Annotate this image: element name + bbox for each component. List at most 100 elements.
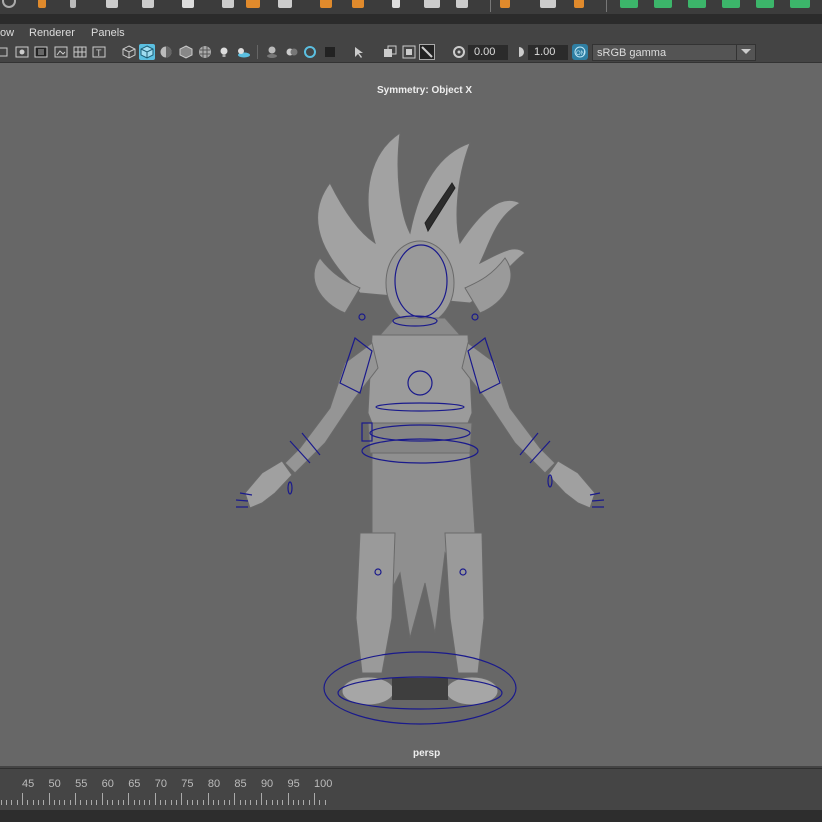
menu-show[interactable]: ow: [0, 27, 14, 39]
image-plane-icon[interactable]: [53, 44, 69, 60]
camera-select-icon[interactable]: [0, 44, 10, 60]
shelf-tool-icon[interactable]: [320, 0, 332, 8]
gamma-field[interactable]: 1.00: [528, 45, 568, 60]
anti-alias-icon[interactable]: [302, 44, 318, 60]
exposure-icon[interactable]: [451, 44, 467, 60]
timeline-tick: [32, 800, 34, 805]
shelf-tool-icon[interactable]: [654, 0, 672, 8]
timeline-tick-label: 95: [287, 778, 300, 790]
timeline-tick: [11, 800, 13, 805]
lights-icon[interactable]: [216, 44, 232, 60]
timeline-tick: [133, 800, 135, 805]
timeline-tick: [144, 800, 146, 805]
shelf-tool-icon[interactable]: [500, 0, 510, 8]
xray-joints-icon[interactable]: [401, 44, 417, 60]
chevron-down-icon[interactable]: [736, 44, 756, 61]
shelf-tool-icon[interactable]: [352, 0, 364, 8]
menu-renderer[interactable]: Renderer: [29, 27, 75, 39]
shadows-icon[interactable]: [235, 44, 251, 60]
shelf-tool-icon[interactable]: [70, 0, 76, 8]
shelf-tool-icon[interactable]: [142, 0, 154, 8]
gamma-icon[interactable]: [513, 44, 529, 60]
wireframe-icon[interactable]: [121, 44, 137, 60]
timeline-tick: [59, 800, 61, 805]
film-gate-icon[interactable]: T: [91, 44, 107, 60]
viewport-3d[interactable]: Symmetry: Object X persp: [0, 63, 822, 766]
shelf-tool-icon[interactable]: [106, 0, 118, 8]
shelf-tool-icon[interactable]: [620, 0, 638, 8]
timeline-tick: [96, 800, 98, 805]
time-slider[interactable]: 45 50 55 60 65 70 75 80 85 90 95 100: [0, 768, 822, 811]
timeline-tick: [314, 793, 316, 805]
shelf-tool-icon[interactable]: [182, 0, 194, 8]
screen-ao-icon[interactable]: [264, 44, 280, 60]
isolate-select-icon[interactable]: [351, 44, 367, 60]
motion-blur-icon[interactable]: [284, 44, 300, 60]
timeline-tick-label: 100: [314, 778, 333, 790]
range-slider[interactable]: [0, 810, 822, 822]
depth-of-field-icon[interactable]: [322, 44, 338, 60]
camera-attr-icon[interactable]: [14, 44, 30, 60]
xray-icon[interactable]: [382, 44, 398, 60]
timeline-tick: [91, 800, 93, 805]
shelf-tool-icon[interactable]: [688, 0, 706, 8]
smooth-shade-icon[interactable]: [139, 44, 155, 60]
timeline-tick: [271, 800, 273, 805]
timeline-tick: [191, 800, 193, 805]
color-management-icon[interactable]: ON: [572, 44, 588, 60]
shelf-tool-icon[interactable]: [38, 0, 46, 8]
timeline-tick: [175, 800, 177, 805]
timeline-tick: [255, 800, 257, 805]
shelf-separator: [606, 0, 607, 12]
menu-panels[interactable]: Panels: [91, 27, 125, 39]
timeline-tick: [308, 800, 310, 805]
timeline-tick-label: 55: [75, 778, 88, 790]
timeline-tick: [303, 800, 305, 805]
shelf-tool-icon[interactable]: [790, 0, 810, 8]
timeline-tick: [202, 800, 204, 805]
color-space-dropdown[interactable]: sRGB gamma: [592, 44, 756, 61]
xray-active-icon[interactable]: [419, 44, 435, 60]
shelf-tool-icon[interactable]: [540, 0, 556, 8]
bookmark-icon[interactable]: [33, 44, 49, 60]
timeline-tick: [138, 800, 140, 805]
shelf-tool-icon[interactable]: [246, 0, 260, 8]
timeline-tick: [170, 800, 172, 805]
timeline-tick: [0, 800, 2, 805]
timeline-tick: [239, 800, 241, 805]
shelf-tool-icon[interactable]: [722, 0, 740, 8]
shelf-tool-icon[interactable]: [424, 0, 440, 8]
timeline-tick-label: 85: [234, 778, 247, 790]
timeline-tick: [122, 800, 124, 805]
shelf-tool-icon[interactable]: [278, 0, 292, 8]
shaded-wireframe-icon[interactable]: [178, 44, 194, 60]
grid-icon[interactable]: [72, 44, 88, 60]
timeline-tick-label: 75: [181, 778, 194, 790]
exposure-field[interactable]: 0.00: [468, 45, 508, 60]
shelf-tool-icon[interactable]: [2, 0, 16, 8]
textured-icon[interactable]: [197, 44, 213, 60]
shelf-tool-icon[interactable]: [392, 0, 400, 8]
timeline-tick: [319, 800, 321, 805]
timeline-tick: [64, 800, 66, 805]
shelf-tool-icon[interactable]: [456, 0, 468, 8]
default-material-icon[interactable]: [158, 44, 174, 60]
shelf-tool-icon[interactable]: [574, 0, 584, 8]
timeline-tick-label: 70: [154, 778, 167, 790]
timeline-tick: [234, 793, 236, 805]
svg-text:ON: ON: [576, 51, 585, 57]
timeline-tick: [197, 800, 199, 805]
timeline-tick: [165, 800, 167, 805]
timeline-tick-label: 90: [260, 778, 274, 790]
timeline-tick: [149, 800, 151, 805]
timeline-tick: [213, 800, 215, 805]
timeline-tick: [186, 800, 188, 805]
timeline-tick: [112, 800, 114, 805]
shelf-tool-icon[interactable]: [756, 0, 774, 8]
svg-text:T: T: [96, 48, 102, 58]
timeline-tick-label: 60: [101, 778, 114, 790]
character-model[interactable]: [0, 63, 822, 766]
timeline-tick: [16, 800, 18, 805]
timeline-tick: [266, 800, 268, 805]
shelf-tool-icon[interactable]: [222, 0, 234, 8]
